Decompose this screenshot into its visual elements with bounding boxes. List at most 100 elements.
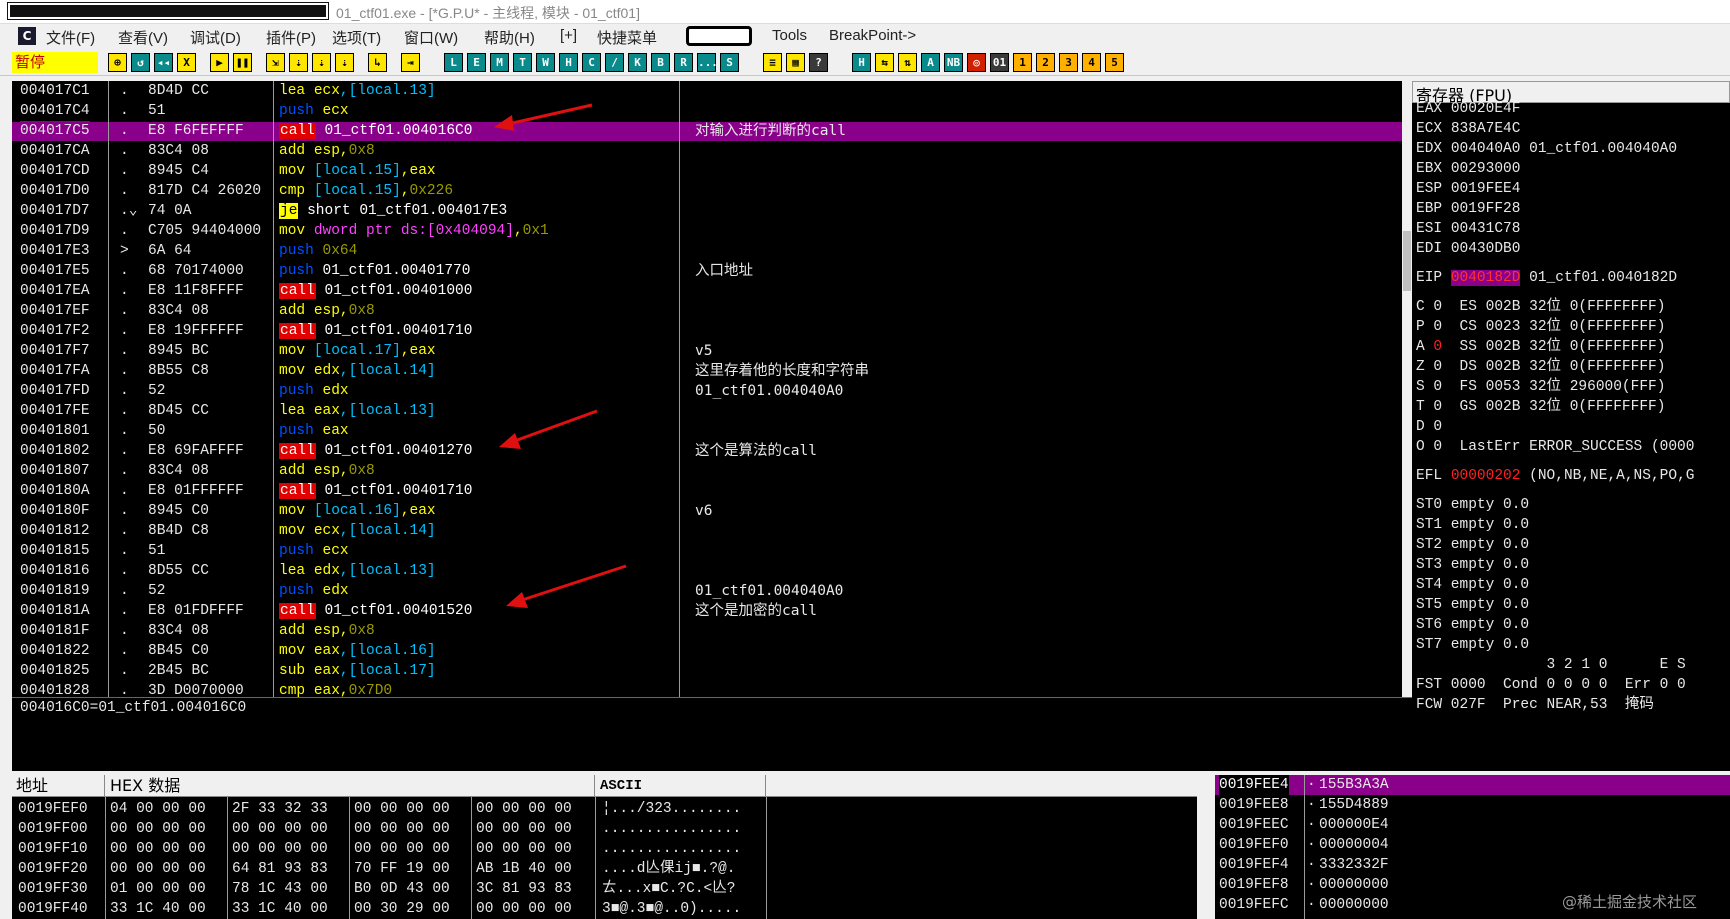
toolbar-button-35[interactable]: 1 bbox=[1013, 53, 1032, 72]
toolbar-button-23[interactable]: ... bbox=[697, 53, 718, 72]
dump-header-ascii[interactable]: ASCII bbox=[596, 775, 766, 797]
toolbar-button-11[interactable]: ⇥ bbox=[401, 53, 420, 72]
toolbar-button-24[interactable]: S bbox=[720, 53, 739, 72]
toolbar-button-1[interactable]: ↺ bbox=[131, 53, 150, 72]
menu-window[interactable]: 窗口(W) bbox=[404, 27, 458, 48]
disasm-row[interactable]: 00401819. 52 push edx 01_ctf01.004040A0 bbox=[12, 581, 1412, 601]
register-eip[interactable]: EIP 0040182D 01_ctf01.0040182D bbox=[1416, 268, 1677, 288]
disasm-row[interactable]: 0040180A. E8 01FFFFFF call 01_ctf01.004017… bbox=[12, 481, 1412, 501]
toolbar-button-17[interactable]: H bbox=[559, 53, 578, 72]
disasm-row[interactable]: 004017FD. 52 push edx 01_ctf01.004040A0 bbox=[12, 381, 1412, 401]
disasm-row[interactable]: 00401801. 50 push eax bbox=[12, 421, 1412, 441]
register-ebp[interactable]: EBP 0019FF28 bbox=[1416, 199, 1520, 219]
disasm-row[interactable]: 004017D9. C705 94404000 mov dword ptr ds:[… bbox=[12, 221, 1412, 241]
toolbar-button-22[interactable]: R bbox=[674, 53, 693, 72]
disasm-row[interactable]: 004017D7 .⌄ 74 0A je short 01_ctf01.004017E… bbox=[12, 201, 1412, 221]
toolbar-button-30[interactable]: ⇅ bbox=[898, 53, 917, 72]
toolbar-button-33[interactable]: ◎ bbox=[967, 53, 986, 72]
toolbar-button-25[interactable]: ≡ bbox=[763, 53, 782, 72]
dump-header-address[interactable]: 地址 bbox=[12, 775, 105, 797]
disassembly-pane[interactable]: 004017C1. 8D4D CC lea ecx,[local.13] 004017… bbox=[12, 81, 1412, 697]
menu-debug[interactable]: 调试(D) bbox=[190, 27, 241, 48]
disasm-row[interactable]: 004017EF. 83C4 08 add esp,0x8 bbox=[12, 301, 1412, 321]
stack-row[interactable]: 0019FEF0 · 00000004 bbox=[1215, 835, 1730, 855]
menu-plugins[interactable]: 插件(P) bbox=[266, 27, 316, 48]
toolbar-button-36[interactable]: 2 bbox=[1036, 53, 1055, 72]
toolbar-button-13[interactable]: E bbox=[467, 53, 486, 72]
registers-pane[interactable]: 寄存器 (FPU) EAX 00020E4F ECX 838A7E4C EDX 00… bbox=[1412, 81, 1730, 771]
disasm-row[interactable]: 004017F7. 8945 BC mov [local.17],eax v5 bbox=[12, 341, 1412, 361]
toolbar-button-29[interactable]: ⇆ bbox=[875, 53, 894, 72]
toolbar-button-0[interactable]: ⊕ bbox=[108, 53, 127, 72]
toolbar-button-21[interactable]: B bbox=[651, 53, 670, 72]
disasm-row[interactable]: 00401807. 83C4 08 add esp,0x8 bbox=[12, 461, 1412, 481]
dump-row[interactable]: 0019FEF0 04 00 00 00 2F 33 32 33 00 00 00 0… bbox=[12, 799, 772, 819]
dump-row[interactable]: 0019FF40 33 1C 40 00 33 1C 40 00 00 30 29 0… bbox=[12, 899, 772, 919]
dump-row[interactable]: 0019FF10 00 00 00 00 00 00 00 00 00 00 00 0… bbox=[12, 839, 772, 859]
toolbar-button-16[interactable]: W bbox=[536, 53, 555, 72]
disasm-row[interactable]: 00401822. 8B45 C0 mov eax,[local.16] bbox=[12, 641, 1412, 661]
stack-row[interactable]: 0019FEF4 · 3332332F bbox=[1215, 855, 1730, 875]
menu-help[interactable]: 帮助(H) bbox=[484, 27, 535, 48]
register-efl[interactable]: EFL 00000202 (NO,NB,NE,A,NS,PO,G bbox=[1416, 466, 1694, 486]
toolbar-button-27[interactable]: ? bbox=[809, 53, 828, 72]
register-esi[interactable]: ESI 00431C78 bbox=[1416, 219, 1520, 239]
toolbar-button-10[interactable]: ↳ bbox=[368, 53, 387, 72]
scroll-thumb[interactable] bbox=[1403, 231, 1411, 291]
disasm-row[interactable]: 004017D0. 817D C4 26020 cmp [local.15],0x2… bbox=[12, 181, 1412, 201]
toolbar-button-20[interactable]: K bbox=[628, 53, 647, 72]
disasm-row[interactable]: 00401828. 3D D0070000 cmp eax,0x7D0 bbox=[12, 681, 1412, 697]
disasm-row[interactable]: 004017CD. 8945 C4 mov [local.15],eax bbox=[12, 161, 1412, 181]
memory-dump-pane[interactable]: 地址 HEX 数据 ASCII 0019FEF0 04 00 00 00 2F 33… bbox=[12, 775, 1207, 919]
dump-row[interactable]: 0019FF30 01 00 00 00 78 1C 43 00 B0 0D 43 0… bbox=[12, 879, 772, 899]
disasm-row[interactable]: 004017FE. 8D45 CC lea eax,[local.13] bbox=[12, 401, 1412, 421]
stack-row[interactable]: 0019FEE4 · 155B3A3A bbox=[1215, 775, 1730, 795]
menu-breakpoint[interactable]: BreakPoint-> bbox=[829, 27, 916, 44]
toolbar-button-26[interactable]: ▦ bbox=[786, 53, 805, 72]
dump-row[interactable]: 0019FF20 00 00 00 00 64 81 93 83 70 FF 19 0… bbox=[12, 859, 772, 879]
disasm-row[interactable]: 0040181A. E8 01FDFFFF call 01_ctf01.004015… bbox=[12, 601, 1412, 621]
toolbar-button-14[interactable]: M bbox=[490, 53, 509, 72]
dump-header-hex[interactable]: HEX 数据 bbox=[106, 775, 595, 797]
stack-row[interactable]: 0019FEEC · 000000E4 bbox=[1215, 815, 1730, 835]
menu-file[interactable]: 文件(F) bbox=[46, 27, 95, 48]
menu-view[interactable]: 查看(V) bbox=[118, 27, 168, 48]
toolbar-button-12[interactable]: L bbox=[444, 53, 463, 72]
disasm-row[interactable]: 004017E3 >6A 64 push 0x64 bbox=[12, 241, 1412, 261]
toolbar-button-18[interactable]: C bbox=[582, 53, 601, 72]
toolbar-button-7[interactable]: ⇣ bbox=[289, 53, 308, 72]
toolbar-button-38[interactable]: 4 bbox=[1082, 53, 1101, 72]
disasm-row[interactable]: 004017F2. E8 19FFFFFF call 01_ctf01.004017… bbox=[12, 321, 1412, 341]
register-eax[interactable]: EAX 00020E4F bbox=[1416, 99, 1520, 119]
menu-tools[interactable]: Tools bbox=[772, 27, 807, 44]
menu-shortcut[interactable]: 快捷菜单 bbox=[597, 27, 657, 48]
register-ebx[interactable]: EBX 00293000 bbox=[1416, 159, 1520, 179]
register-edi[interactable]: EDI 00430DB0 bbox=[1416, 239, 1520, 259]
toolbar-button-4[interactable]: ▶ bbox=[210, 53, 229, 72]
disasm-row[interactable]: 004017FA. 8B55 C8 mov edx,[local.14] 这里存着他的… bbox=[12, 361, 1412, 381]
disasm-row[interactable]: 00401812. 8B4D C8 mov ecx,[local.14] bbox=[12, 521, 1412, 541]
menu-plus[interactable]: [+] bbox=[560, 27, 577, 44]
disasm-row[interactable]: 00401816. 8D55 CC lea edx,[local.13] bbox=[12, 561, 1412, 581]
disasm-row[interactable]: 00401815. 51 push ecx bbox=[12, 541, 1412, 561]
menu-options[interactable]: 选项(T) bbox=[332, 27, 381, 48]
toolbar-button-3[interactable]: X bbox=[177, 53, 196, 72]
toolbar-button-32[interactable]: NB bbox=[944, 53, 963, 72]
toolbar-button-37[interactable]: 3 bbox=[1059, 53, 1078, 72]
disasm-row[interactable]: 004017C1. 8D4D CC lea ecx,[local.13] bbox=[12, 81, 1412, 101]
disasm-row[interactable]: 004017C4. 51 push ecx bbox=[12, 101, 1412, 121]
toolbar-button-28[interactable]: H bbox=[852, 53, 871, 72]
toolbar-button-31[interactable]: A bbox=[921, 53, 940, 72]
dump-scrollbar[interactable] bbox=[1197, 775, 1207, 919]
disassembly-scrollbar[interactable] bbox=[1402, 81, 1412, 697]
stack-row[interactable]: 0019FEE8 · 155D4889 bbox=[1215, 795, 1730, 815]
toolbar-button-19[interactable]: / bbox=[605, 53, 624, 72]
app-icon[interactable]: C bbox=[18, 27, 36, 45]
disasm-row[interactable]: 004017CA. 83C4 08 add esp,0x8 bbox=[12, 141, 1412, 161]
dump-row[interactable]: 0019FF00 00 00 00 00 00 00 00 00 00 00 00 0… bbox=[12, 819, 772, 839]
register-edx[interactable]: EDX 004040A0 01_ctf01.004040A0 bbox=[1416, 139, 1677, 159]
disasm-row[interactable]: 0040180F. 8945 C0 mov [local.16],eax v6 bbox=[12, 501, 1412, 521]
register-esp[interactable]: ESP 0019FEE4 bbox=[1416, 179, 1520, 199]
disasm-row[interactable]: 004017E5. 68 70174000 push 01_ctf01.004017… bbox=[12, 261, 1412, 281]
register-ecx[interactable]: ECX 838A7E4C bbox=[1416, 119, 1520, 139]
